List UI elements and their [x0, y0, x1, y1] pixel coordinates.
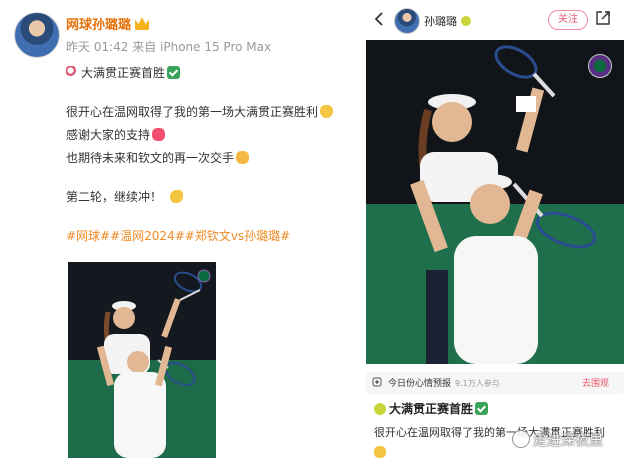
avatar[interactable]	[14, 12, 60, 58]
hand-emoji-icon	[320, 105, 334, 118]
topic-bar[interactable]: 今日份心情预报 9.1万人参与 去围观	[366, 372, 624, 394]
topic-text: 今日份心情预报 9.1万人参与	[388, 376, 500, 389]
post-line: 感谢大家的支持	[66, 124, 356, 147]
post-title-line: 大满贯正赛首胜	[66, 62, 356, 85]
username-text: 网球孙璐璐	[66, 18, 132, 33]
muscle-emoji-icon	[170, 190, 184, 203]
handshake-emoji-icon	[236, 151, 250, 164]
right-post-title: 大满贯正赛首胜	[374, 400, 489, 417]
back-icon[interactable]	[374, 12, 384, 26]
post-line: 第二轮，继续冲！	[66, 186, 356, 209]
hand-emoji-icon	[374, 446, 386, 458]
topic-icon	[372, 377, 382, 387]
check-icon	[167, 66, 181, 79]
post-line-text: 也期待未来和钦文的再一次交手	[66, 151, 235, 165]
author-name[interactable]: 孙璐璐	[424, 13, 471, 29]
topic-count: 9.1万人参与	[455, 379, 500, 388]
post-title: 大满贯正赛首胜	[81, 66, 166, 80]
post-body: 大满贯正赛首胜 很开心在温网取得了我的第一场大满贯正赛胜利 感谢大家的支持 也期…	[66, 62, 356, 248]
post-line: 也期待未来和钦文的再一次交手	[66, 147, 356, 170]
share-icon[interactable]	[596, 11, 610, 25]
follow-button[interactable]: 关注	[548, 10, 588, 30]
watermark-text: 走进深夜里	[533, 433, 603, 449]
username[interactable]: 网球孙璐璐	[66, 14, 150, 33]
topic-title: 今日份心情预报	[388, 379, 452, 389]
heart-emoji-icon	[152, 128, 166, 141]
right-post-title-text: 大满贯正赛首胜	[389, 402, 474, 416]
check-icon	[475, 402, 489, 415]
author-name-text: 孙璐璐	[424, 15, 457, 28]
post-line-text: 感谢大家的支持	[66, 128, 151, 142]
right-post-line	[374, 446, 386, 459]
racket-icon	[66, 66, 79, 79]
post-line: 很开心在温网取得了我的第一场大满贯正赛胜利	[66, 101, 356, 124]
players-illustration	[96, 269, 211, 458]
topic-link[interactable]: 去围观	[582, 376, 609, 389]
watermark-logo-icon	[512, 430, 530, 448]
wimbledon-logo	[588, 54, 612, 78]
author-avatar[interactable]	[394, 8, 420, 34]
players-illustration	[410, 45, 597, 364]
vip-crown-icon	[135, 17, 150, 30]
main-photo[interactable]	[366, 40, 624, 364]
tennis-ball-icon	[374, 403, 386, 415]
hashtags[interactable]: #网球##温网2024##郑钦文vs孙璐璐#	[66, 225, 356, 248]
left-post-panel: 网球孙璐璐 昨天 01:42 来自 iPhone 15 Pro Max 大满贯正…	[0, 0, 362, 464]
post-image[interactable]	[68, 262, 216, 458]
post-meta: 昨天 01:42 来自 iPhone 15 Pro Max	[66, 40, 272, 54]
tennis-ball-icon	[460, 16, 471, 26]
post-line-text: 第二轮，继续冲！	[66, 190, 163, 204]
watermark: 走进深夜里	[512, 430, 603, 450]
post-line-text: 很开心在温网取得了我的第一场大满贯正赛胜利	[66, 105, 319, 119]
